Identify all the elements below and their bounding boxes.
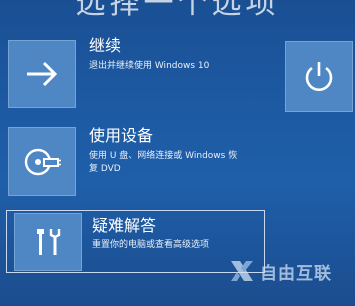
troubleshoot-tile[interactable] [14, 213, 82, 271]
watermark-text: 自由互联 [260, 263, 332, 284]
use-device-desc-line1: 使用 U 盘、网络连接或 Windows 恢 [89, 151, 238, 161]
troubleshoot-desc: 重置你的电脑或查看高级选项 [92, 240, 210, 250]
disc-usb-icon [24, 148, 61, 175]
arrow-right-icon [27, 61, 58, 87]
use-device-desc-line2: 复 DVD [89, 164, 121, 174]
watermark: 自由互联 [228, 254, 355, 288]
use-device-title[interactable]: 使用设备 [89, 127, 153, 145]
continue-title[interactable]: 继续 [89, 37, 121, 55]
x-logo-icon [231, 261, 253, 281]
continue-tile[interactable] [8, 40, 76, 108]
continue-desc: 退出并继续使用 Windows 10 [89, 61, 210, 71]
use-device-tile[interactable] [8, 127, 76, 196]
page-title: 选择一个选项 [75, 0, 280, 21]
power-button[interactable] [285, 41, 353, 112]
power-icon [305, 61, 333, 91]
troubleshoot-title[interactable]: 疑难解答 [92, 217, 156, 235]
tools-icon [37, 229, 61, 255]
